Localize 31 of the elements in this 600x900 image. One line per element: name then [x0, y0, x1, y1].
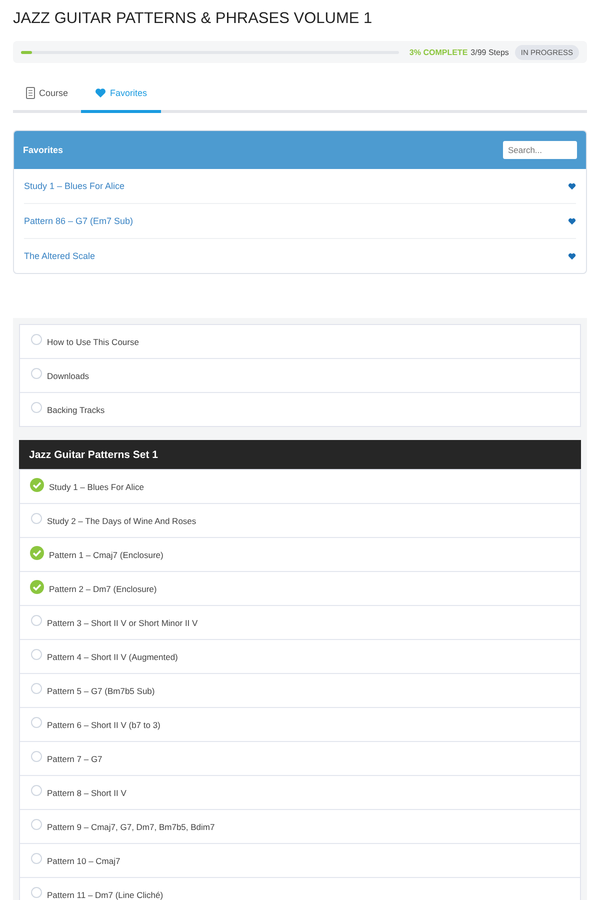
lesson-link[interactable]: Pattern 1 – Cmaj7 (Enclosure) — [49, 550, 164, 560]
heart-icon[interactable] — [568, 252, 576, 260]
heart-icon[interactable] — [568, 218, 576, 224]
lesson-link[interactable]: Pattern 7 – G7 — [47, 754, 102, 764]
section-title: Jazz Guitar Patterns Set 1 — [29, 448, 158, 460]
lesson-link[interactable]: Downloads — [47, 370, 90, 380]
lesson-link[interactable]: Pattern 9 – Cmaj7, G7, Dm7, Bm7b5, Bdim7 — [47, 822, 215, 832]
lesson-link[interactable]: Pattern 4 – Short II V (Augmented) — [47, 652, 178, 662]
lesson-link[interactable]: Pattern 3 – Short II V or Short Minor II V — [47, 618, 198, 628]
favorite-link[interactable]: Pattern 86 – G7 (Em7 Sub) — [24, 216, 134, 226]
favorite-link[interactable]: The Altered Scale — [24, 251, 96, 261]
tab[interactable]: Course — [13, 79, 82, 113]
lesson-link[interactable]: Pattern 5 – G7 (Bm7b5 Sub) — [47, 686, 155, 696]
lesson-link[interactable]: How to Use This Course — [47, 336, 139, 346]
course-title: JAZZ GUITAR PATTERNS & PHRASES VOLUME 1 — [13, 9, 374, 29]
lesson-link[interactable]: Pattern 6 – Short II V (b7 to 3) — [47, 720, 160, 730]
lesson-link[interactable]: Pattern 10 – Cmaj7 — [47, 856, 120, 866]
search-field[interactable]: Search... — [503, 141, 577, 159]
heart-icon — [95, 88, 106, 98]
percent-complete: 3% COMPLETE — [409, 48, 468, 56]
document-icon — [26, 87, 35, 99]
lesson-link[interactable]: Study 2 – The Days of Wine And Roses — [47, 516, 196, 526]
lesson-link[interactable]: Pattern 2 – Dm7 (Enclosure) — [49, 584, 157, 594]
favorites-title: Favorites — [23, 145, 64, 155]
lesson-link[interactable]: Backing Tracks — [47, 404, 105, 414]
lesson-link[interactable]: Pattern 11 – Dm7 (Line Cliché) — [47, 890, 164, 900]
steps-count: 3/99 Steps — [470, 48, 509, 56]
lesson-link[interactable]: Study 1 – Blues For Alice — [49, 482, 144, 492]
lesson-link[interactable]: Pattern 8 – Short II V — [47, 788, 126, 798]
heart-icon[interactable] — [568, 182, 576, 190]
favorite-link[interactable]: Study 1 – Blues For Alice — [24, 181, 125, 191]
